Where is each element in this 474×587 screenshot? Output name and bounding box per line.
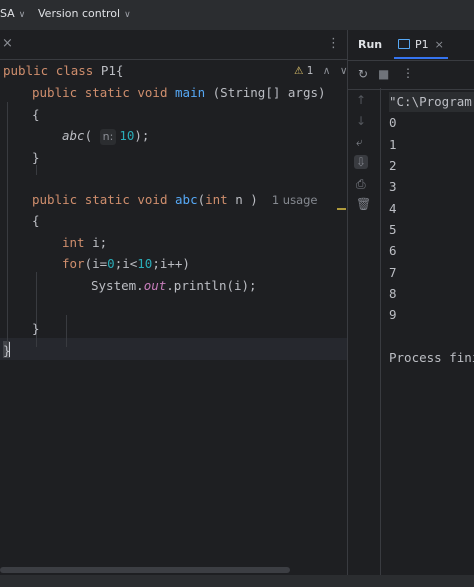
main-toolbar: SA ∨ Version control ∨ [0, 0, 474, 30]
code-text: ;i< [114, 256, 138, 271]
console-line: Process fini [389, 350, 474, 365]
code-line-10: for(i=0;i<10;i++) [62, 253, 190, 274]
method-name: main [175, 85, 206, 100]
arrow-up-icon[interactable]: ↑ [356, 93, 366, 107]
console-line: 4 [389, 201, 397, 216]
arrow-down-icon[interactable]: ↓ [356, 114, 366, 128]
soft-wrap-icon[interactable]: ⤶ [356, 135, 363, 150]
code-text: .println(i); [166, 278, 257, 293]
console-line: 5 [389, 222, 397, 237]
class-name: P1{ [100, 63, 124, 78]
code-text: (i= [84, 256, 108, 271]
method-name: abc [175, 192, 198, 207]
run-toolbar: ↻ ■ ⋮ [348, 60, 474, 90]
number-literal: 10 [137, 256, 153, 271]
keyword: int [205, 192, 228, 207]
code-line-2: public static void main (String[] args) [32, 82, 326, 103]
console-line: 3 [389, 179, 397, 194]
number-literal: 0 [107, 256, 115, 271]
console-line: 0 [389, 115, 397, 130]
keyword: for [62, 256, 85, 271]
usages-link[interactable]: 1 usage [272, 193, 318, 207]
close-icon[interactable]: × [2, 36, 13, 51]
console-output[interactable]: "C:\Program 0 1 2 3 4 5 6 7 8 9 Process … [389, 88, 474, 575]
code-line-14: } [3, 343, 11, 358]
param-name: n [227, 192, 251, 207]
console-icon [398, 39, 410, 49]
paren: ) [250, 192, 258, 207]
keyword: int [62, 235, 85, 250]
indent-guide [66, 315, 67, 347]
project-selector[interactable]: SA ∨ [0, 7, 25, 20]
editor-tab-bar: × ⋮ [0, 30, 347, 60]
number-literal: 10 [119, 128, 135, 143]
code-line-3: { [32, 107, 40, 122]
close-icon[interactable]: × [435, 38, 444, 51]
status-bar [0, 575, 474, 587]
console-line: "C:\Program [389, 94, 472, 109]
code-line-7: public static void abc(int n ) 1 usage [32, 189, 318, 210]
keyword: public [32, 85, 78, 100]
method-params: (String[] args) [205, 85, 326, 100]
active-tab-indicator [394, 57, 448, 59]
code-line-5: } [32, 150, 40, 165]
run-side-toolbar: ↑ ↓ ⤶ ⇩ ⎙ 🗑 [348, 88, 381, 575]
more-options-icon[interactable]: ⋮ [327, 36, 340, 51]
run-header: Run P1 × [348, 30, 474, 59]
keyword: public [32, 192, 78, 207]
indent-guide [7, 102, 8, 347]
console-line: 9 [389, 307, 397, 322]
vcs-menu[interactable]: Version control ∨ [38, 7, 131, 20]
code-line-1: public class P1{ [3, 60, 123, 81]
run-tab-p1[interactable]: P1 × [398, 38, 444, 51]
keyword: static [84, 192, 130, 207]
code-line-4: abc( n: 10); [62, 125, 149, 146]
paren: ); [134, 128, 150, 143]
print-icon[interactable]: ⎙ [356, 177, 366, 192]
method-call: abc [62, 128, 85, 143]
code-line-11: System.out.println(i); [91, 275, 257, 296]
project-label: SA [0, 7, 15, 20]
code-text: ;i++) [152, 256, 190, 271]
run-title: Run [358, 38, 383, 51]
run-tab-label: P1 [415, 38, 429, 51]
code-text: System. [91, 278, 144, 293]
trash-icon[interactable]: 🗑 [356, 197, 371, 211]
stop-icon[interactable]: ■ [378, 67, 389, 81]
console-line: 1 [389, 137, 397, 152]
code-line-13: } [32, 321, 40, 336]
paren: ( [197, 192, 206, 207]
code-text: i; [84, 235, 108, 250]
console-line: 2 [389, 158, 397, 173]
chevron-down-icon: ∨ [18, 10, 26, 20]
more-options-icon[interactable]: ⋮ [402, 66, 414, 80]
run-tool-window: Run P1 × ↻ ■ ⋮ ↑ ↓ ⤶ ⇩ ⎙ 🗑 "C:\Program 0 … [348, 30, 474, 575]
code-area[interactable]: public class P1{ public static void main… [0, 60, 347, 575]
rerun-icon[interactable]: ↻ [358, 67, 368, 81]
code-line-9: int i; [62, 232, 107, 253]
console-line: 8 [389, 286, 397, 301]
keyword: void [137, 85, 168, 100]
keyword: public [3, 63, 49, 78]
static-field: out [143, 278, 167, 293]
code-editor[interactable]: × ⋮ ⚠ 1 ∧ ∨ public class P1{ public stat… [0, 30, 348, 575]
paren: ( [84, 128, 93, 143]
console-line: 6 [389, 243, 397, 258]
console-line: 7 [389, 265, 397, 280]
scroll-to-end-icon[interactable]: ⇩ [354, 155, 369, 169]
keyword: void [137, 192, 168, 207]
parameter-hint: n: [99, 129, 117, 145]
keyword: class [55, 63, 94, 78]
keyword: static [84, 85, 130, 100]
chevron-down-icon: ∨ [124, 10, 131, 20]
horizontal-scrollbar[interactable] [0, 567, 290, 573]
code-line-8: { [32, 213, 40, 228]
vcs-label: Version control [38, 7, 121, 20]
